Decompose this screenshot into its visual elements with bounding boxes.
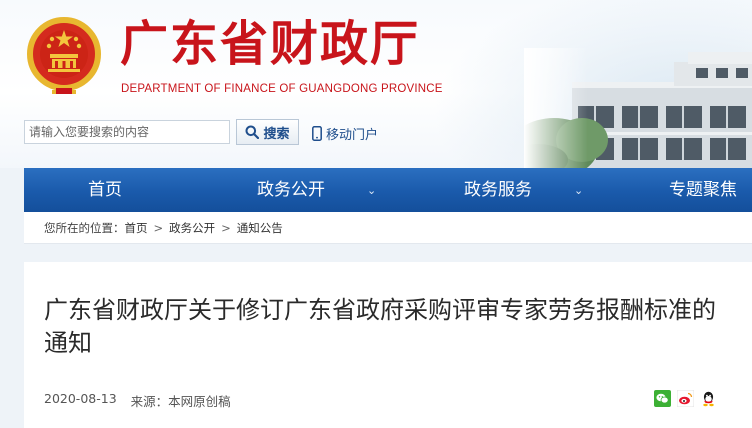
qq-icon[interactable] — [700, 390, 717, 407]
nav-item-government-services[interactable]: 政务服务 — [464, 168, 532, 212]
wechat-icon[interactable] — [654, 390, 671, 407]
search-icon — [245, 125, 260, 139]
breadcrumb-item-notices[interactable]: 通知公告 — [237, 220, 283, 236]
share-bar — [654, 390, 717, 407]
mobile-portal-link[interactable]: 移动门户 — [312, 124, 378, 143]
article-title: 广东省财政厅关于修订广东省政府采购评审专家劳务报酬标准的通知 — [44, 296, 716, 357]
nav-item-special-topics[interactable]: 专题聚焦 — [669, 168, 737, 212]
search-input[interactable] — [24, 120, 230, 144]
breadcrumb-separator: > — [221, 220, 231, 235]
breadcrumb-item-government-affairs[interactable]: 政务公开 — [169, 220, 215, 236]
mobile-portal-label: 移动门户 — [326, 128, 379, 143]
national-emblem-icon — [27, 17, 101, 94]
breadcrumb: 您所在的位置： 首页 > 政务公开 > 通知公告 — [24, 212, 752, 244]
search-button-label: 搜索 — [263, 126, 290, 142]
nav-item-government-affairs[interactable]: 政务公开 — [257, 168, 325, 212]
office-building-illustration — [524, 48, 752, 168]
breadcrumb-item-home[interactable]: 首页 — [125, 220, 148, 236]
site-header: 广东省财政厅 DEPARTMENT OF FINANCE OF GUANGDON… — [0, 0, 752, 168]
article-date: 2020-08-13 — [44, 391, 117, 406]
breadcrumb-separator: > — [153, 220, 164, 235]
breadcrumb-prefix: 您所在的位置： — [44, 220, 125, 235]
site-title: 广东省财政厅 — [120, 16, 421, 72]
article-panel: 广东省财政厅关于修订广东省政府采购评审专家劳务报酬标准的通知 2020-08-1… — [24, 262, 752, 428]
chevron-down-icon: ⌄ — [367, 184, 377, 197]
search-button[interactable]: 搜索 — [236, 119, 299, 145]
main-nav: 首页 政务公开 ⌄ 政务服务 ⌄ 专题聚焦 — [24, 168, 752, 212]
mobile-phone-icon — [312, 126, 322, 141]
chevron-down-icon: ⌄ — [574, 184, 584, 197]
site-subtitle: DEPARTMENT OF FINANCE OF GUANGDONG PROVI… — [121, 83, 443, 95]
article-meta: 2020-08-13 来源：本网原创稿 — [44, 391, 231, 410]
nav-item-home[interactable]: 首页 — [88, 168, 122, 212]
article-source: 来源：本网原创稿 — [130, 394, 231, 409]
weibo-icon[interactable] — [677, 390, 694, 407]
